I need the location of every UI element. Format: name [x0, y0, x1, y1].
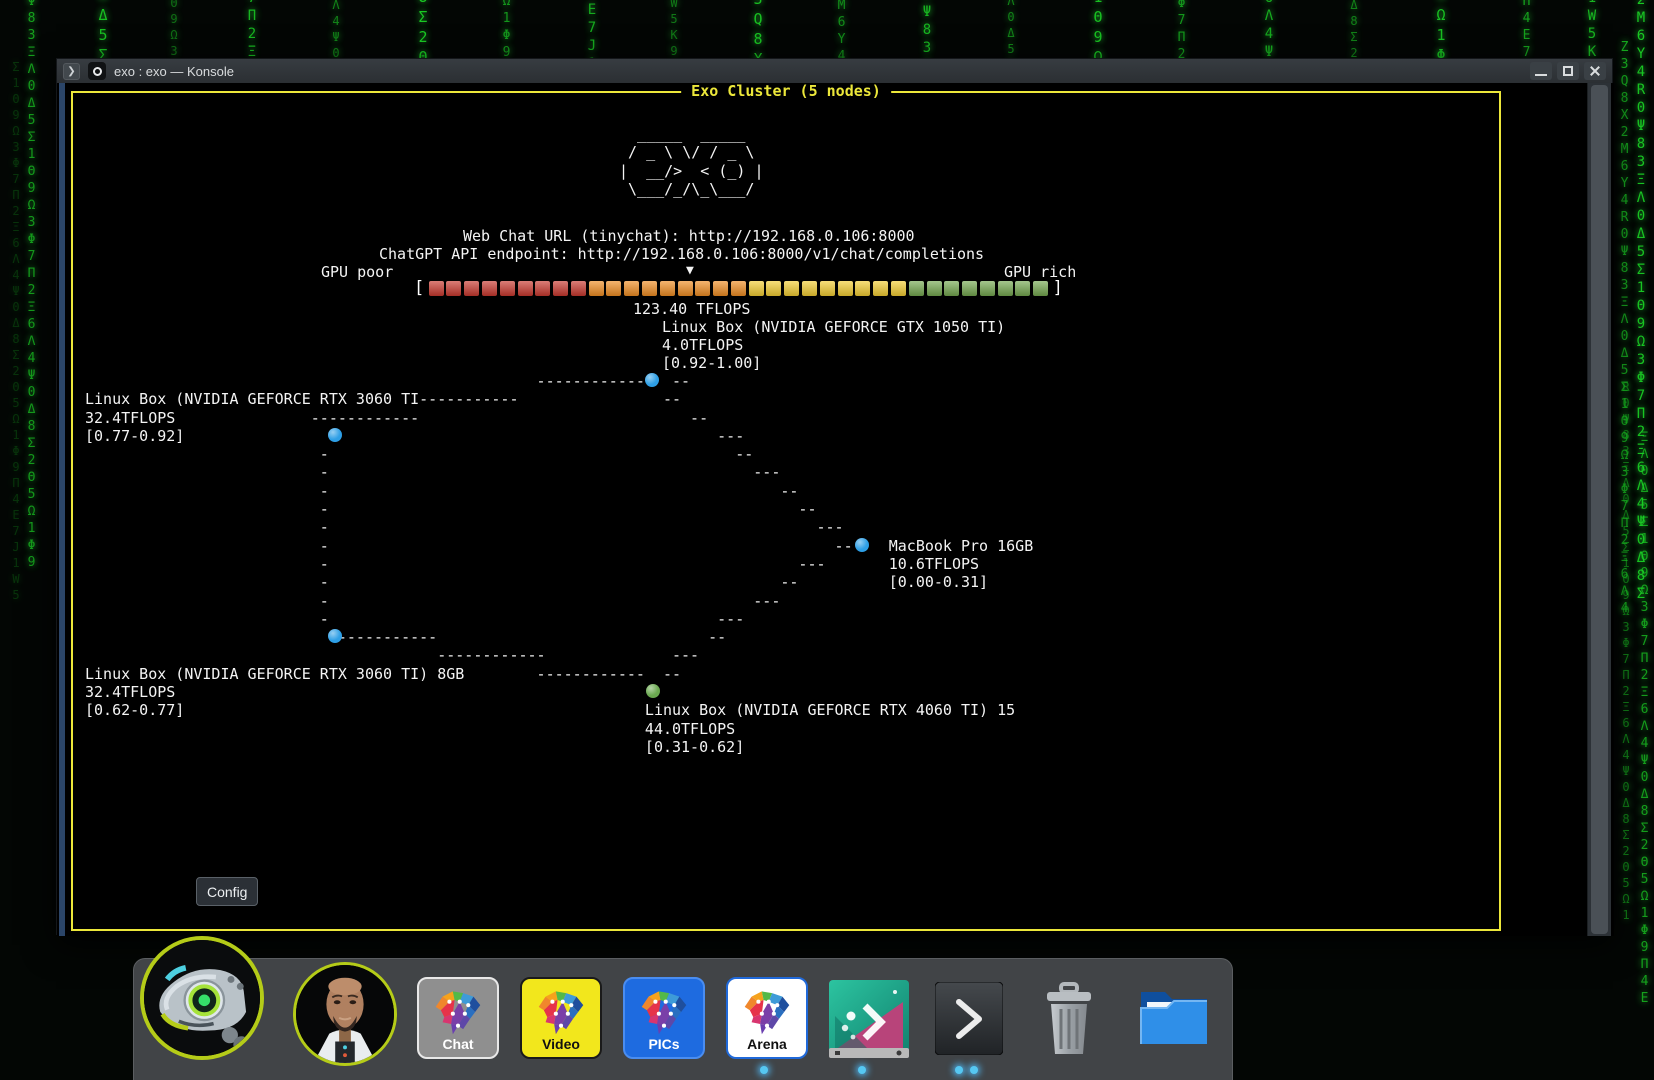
plasma-app-icon	[829, 980, 909, 1058]
gpu-bar-square	[731, 281, 746, 296]
folder-icon	[1135, 978, 1213, 1052]
node-dot-rtx-3060-ti-8gb	[328, 629, 342, 643]
node-dot-macbook-pro	[855, 538, 869, 552]
dock-item-plasma-app[interactable]	[829, 980, 909, 1063]
gpu-bar-square	[482, 281, 497, 296]
konsole-window: ❯ exo : exo — Konsole Exo Cluster (5 nod…	[56, 58, 1613, 935]
gpu-bar-square	[500, 281, 515, 296]
gpu-bar-square	[766, 281, 781, 296]
gpu-rich-label: GPU rich	[1004, 263, 1076, 281]
maximize-button[interactable]	[1557, 62, 1579, 80]
gpu-bar-square	[518, 281, 533, 296]
gpu-bar-square	[980, 281, 995, 296]
top-node-range: [0.92-1.00]	[662, 354, 761, 372]
config-button[interactable]: Config	[196, 877, 258, 906]
gpu-bar-square	[838, 281, 853, 296]
running-indicator-terminal-1	[955, 1066, 963, 1074]
dock-label-pics: PICs	[625, 1036, 703, 1052]
cluster-title: Exo Cluster (5 nodes)	[681, 83, 891, 100]
gpu-bar-squares	[427, 281, 1049, 296]
terminal-scrollbar[interactable]	[1587, 83, 1611, 936]
gpu-bar-square	[446, 281, 461, 296]
gpu-bar-square	[660, 281, 675, 296]
gpu-bar-square	[642, 281, 657, 296]
man-avatar-launcher[interactable]	[293, 962, 397, 1066]
brain-logo-icon	[739, 988, 795, 1036]
gpu-bar-square	[891, 281, 906, 296]
gpu-bar-square	[927, 281, 942, 296]
dock-item-terminal[interactable]	[935, 982, 1003, 1060]
terminal-screen[interactable]: Exo Cluster (5 nodes) _____ _____ / _ \ …	[57, 83, 1614, 936]
api-endpoint: ChatGPT API endpoint: http://192.168.0.1…	[379, 245, 984, 263]
brain-logo-icon	[430, 988, 486, 1036]
node-dot-rtx-4060-ti	[646, 684, 660, 698]
cluster-topology: ------------ -- Linux Box (NVIDIA GEFORC…	[85, 372, 1033, 756]
gpu-bar-square	[553, 281, 568, 296]
gpu-bar-square	[962, 281, 977, 296]
bar-close-bracket: ]	[1053, 280, 1063, 297]
gpu-bar-square	[713, 281, 728, 296]
gpu-poor-label: GPU poor	[321, 263, 393, 281]
dock-label-arena: Arena	[728, 1036, 806, 1052]
gpu-bar-square	[624, 281, 639, 296]
gpu-bar-square	[944, 281, 959, 296]
gpu-bar-square	[695, 281, 710, 296]
gpu-bar-square	[571, 281, 586, 296]
gpu-bar-square	[535, 281, 550, 296]
gpu-bar-square	[802, 281, 817, 296]
running-indicator-arena	[760, 1066, 768, 1074]
dock-item-file-manager[interactable]	[1135, 978, 1213, 1057]
dock-item-trash[interactable]	[1035, 980, 1103, 1062]
gpu-bar-square	[998, 281, 1013, 296]
gpu-bar-square	[784, 281, 799, 296]
robot-avatar-launcher[interactable]	[140, 936, 264, 1060]
web-chat-url: Web Chat URL (tinychat): http://192.168.…	[463, 227, 915, 245]
topology-ascii: ------------ -- Linux Box (NVIDIA GEFORC…	[85, 372, 1033, 756]
man-portrait-icon	[296, 965, 394, 1063]
gpu-bar-square	[909, 281, 924, 296]
brain-logo-icon	[636, 988, 692, 1036]
running-indicator-plasma-app	[858, 1066, 866, 1074]
window-title: exo : exo — Konsole	[114, 64, 234, 79]
window-left-accent	[59, 83, 65, 936]
top-node-tflops: 4.0TFLOPS	[662, 336, 743, 354]
node-dot-gtx-1050-ti	[645, 373, 659, 387]
terminal-icon	[935, 982, 1003, 1055]
gpu-bar-square	[820, 281, 835, 296]
robot-head-icon	[144, 940, 260, 1056]
dock-label-video: Video	[522, 1036, 600, 1052]
gpu-bar-square	[429, 281, 444, 296]
dock-item-pics[interactable]: PICs	[623, 977, 705, 1059]
bar-open-bracket: [	[414, 280, 424, 297]
brain-logo-icon	[533, 988, 589, 1036]
scrollbar-handle[interactable]	[1591, 85, 1608, 934]
minimize-button[interactable]	[1530, 62, 1552, 80]
close-button[interactable]	[1584, 62, 1606, 80]
gpu-bar-square	[1015, 281, 1030, 296]
trash-icon	[1035, 980, 1103, 1057]
dock-item-chat[interactable]: Chat	[417, 977, 499, 1059]
gpu-bar-square	[678, 281, 693, 296]
dock-item-arena[interactable]: Arena	[726, 977, 808, 1059]
gpu-bar-square	[464, 281, 479, 296]
gpu-bar-square	[855, 281, 870, 296]
gpu-bar-square	[606, 281, 621, 296]
tab-expand-button[interactable]: ❯	[63, 63, 80, 80]
cluster-position-marker: ▼	[686, 262, 694, 280]
dock-label-chat: Chat	[419, 1036, 497, 1052]
gpu-bar-square	[749, 281, 764, 296]
exo-ascii-logo: _____ _____ / _ \ \/ / _ \ | __/> < (_) …	[619, 125, 764, 198]
window-titlebar[interactable]: ❯ exo : exo — Konsole	[57, 59, 1612, 83]
gpu-spectrum-bar: [ ]	[411, 280, 1066, 297]
gpu-bar-square	[1033, 281, 1048, 296]
node-dot-rtx-3060-ti	[328, 428, 342, 442]
top-node-name: Linux Box (NVIDIA GEFORCE GTX 1050 TI)	[662, 318, 1005, 336]
dock-item-video[interactable]: Video	[520, 977, 602, 1059]
gpu-bar-square	[873, 281, 888, 296]
gpu-bar-square	[589, 281, 604, 296]
konsole-app-icon	[88, 62, 106, 80]
running-indicator-terminal-2	[970, 1066, 978, 1074]
total-tflops: 123.40 TFLOPS	[633, 300, 750, 318]
